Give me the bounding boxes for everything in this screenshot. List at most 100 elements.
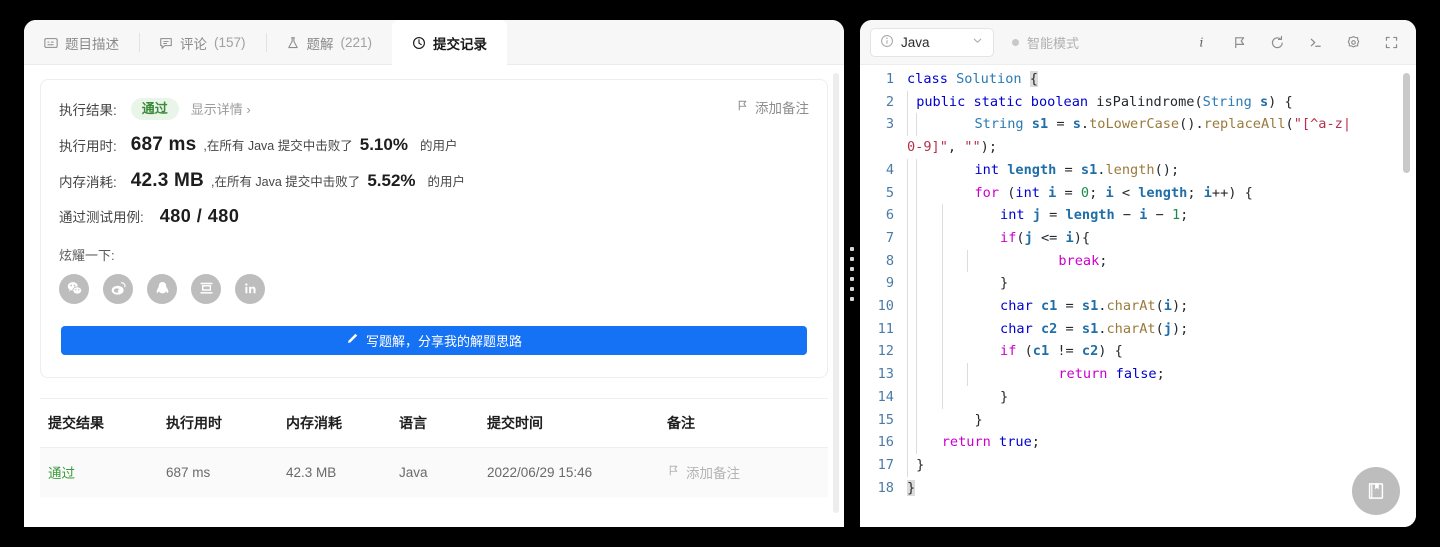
runtime-row: 执行用时: 687 ms ,在所有 Java 提交中击败了 5.10% 的用户 xyxy=(59,134,809,156)
col-result: 提交结果 xyxy=(48,414,104,431)
table-row[interactable]: 通过 687 ms 42.3 MB Java 2022/06/29 15:46 … xyxy=(40,447,828,497)
code-line: 15 } xyxy=(860,408,1416,432)
code-line: 16 return true; xyxy=(860,431,1416,454)
write-solution-label: 写题解，分享我的解题思路 xyxy=(365,333,522,349)
code-text[interactable]: return false; xyxy=(905,363,1416,386)
code-text[interactable]: if(j <= i){ xyxy=(905,226,1416,250)
code-text[interactable]: char c1 = s1.charAt(i); xyxy=(905,295,1416,318)
info-icon[interactable]: i xyxy=(1192,33,1210,51)
svg-text:i: i xyxy=(1199,35,1203,49)
cell-result[interactable]: 通过 xyxy=(40,462,166,482)
show-detail-link[interactable]: 显示详情 › xyxy=(191,99,251,118)
line-number: 12 xyxy=(877,343,894,360)
code-line: 5 for (int i = 0; i < length; i++) { xyxy=(860,181,1416,205)
cell-time: 2022/06/29 15:46 xyxy=(487,464,593,480)
app-root: 题目描述 评论 (157) 题解 (221) 提交记录 添加备注 执行结果: 通… xyxy=(0,0,1440,547)
memory-suffix-b: 的用户 xyxy=(427,175,466,190)
resize-handle[interactable] xyxy=(850,246,854,301)
left-panel: 题目描述 评论 (157) 题解 (221) 提交记录 添加备注 执行结果: 通… xyxy=(24,20,844,527)
douban-icon[interactable] xyxy=(191,273,221,304)
write-solution-button[interactable]: 写题解，分享我的解题思路 xyxy=(61,325,807,355)
line-number: 11 xyxy=(877,320,894,337)
code-line: 11 char c2 = s1.charAt(j); xyxy=(860,317,1416,341)
right-panel: Java 智能模式 i 1 class Solution {2 public … xyxy=(860,20,1416,527)
code-line: 18} xyxy=(860,477,1416,500)
wechat-icon[interactable] xyxy=(59,273,89,304)
code-line: 14 } xyxy=(860,385,1416,409)
code-text[interactable]: 0-9]", ""); xyxy=(905,136,1416,159)
line-number: 16 xyxy=(877,434,894,451)
tab-submissions[interactable]: 提交记录 xyxy=(392,20,508,65)
notebook-icon[interactable] xyxy=(1352,467,1400,515)
editor-scrollbar-track[interactable] xyxy=(1403,69,1413,523)
line-number: 13 xyxy=(877,366,894,383)
smart-mode-toggle[interactable]: 智能模式 xyxy=(1012,33,1079,52)
runtime-suffix-b: 的用户 xyxy=(419,139,458,154)
tab-comments[interactable]: 评论 (157) xyxy=(139,20,266,65)
console-icon[interactable] xyxy=(1306,33,1324,51)
submissions-body: 添加备注 执行结果: 通过 显示详情 › 执行用时: 687 ms ,在所有 J… xyxy=(24,65,844,527)
line-number: 6 xyxy=(885,207,894,224)
code-text[interactable]: int j = length − i − 1; xyxy=(905,204,1416,227)
code-text[interactable]: char c2 = s1.charAt(j); xyxy=(905,317,1416,341)
qq-icon[interactable] xyxy=(147,273,177,304)
code-line: 8 break; xyxy=(860,249,1416,273)
reset-icon[interactable] xyxy=(1268,33,1286,51)
code-line: 4 int length = s1.length(); xyxy=(860,158,1416,182)
code-text[interactable]: String s1 = s.toLowerCase().replaceAll("… xyxy=(905,113,1416,137)
line-number: 15 xyxy=(877,411,894,428)
language-selector[interactable]: Java xyxy=(870,27,994,57)
line-number: 7 xyxy=(885,229,894,246)
col-memory: 内存消耗 xyxy=(286,414,342,431)
code-line: 13 return false; xyxy=(860,363,1416,386)
code-text[interactable]: } xyxy=(905,408,1416,432)
code-text[interactable]: for (int i = 0; i < length; i++) { xyxy=(905,181,1416,205)
code-text[interactable]: break; xyxy=(905,249,1416,273)
code-line: ·0-9]", ""); xyxy=(860,136,1416,159)
tab-description[interactable]: 题目描述 xyxy=(24,20,139,65)
code-text[interactable]: return true; xyxy=(905,431,1416,454)
flask-icon xyxy=(286,36,300,50)
line-number: 18 xyxy=(877,479,894,496)
code-line: 12 if (c1 != c2) { xyxy=(860,340,1416,364)
code-text[interactable]: if (c1 != c2) { xyxy=(905,340,1416,364)
line-number: 8 xyxy=(885,252,894,269)
code-line: 17 } xyxy=(860,453,1416,477)
panel-divider[interactable] xyxy=(845,20,859,527)
code-text[interactable]: public static boolean isPalindrome(Strin… xyxy=(905,90,1416,114)
cell-note[interactable]: 添加备注 xyxy=(667,462,827,482)
cell-runtime: 687 ms xyxy=(166,464,211,480)
row-add-note-button[interactable]: 添加备注 xyxy=(667,462,827,482)
code-editor[interactable]: 1 class Solution {2 public static boolean… xyxy=(860,65,1416,527)
code-text[interactable]: } xyxy=(905,453,1416,477)
left-scrollbar[interactable] xyxy=(833,73,839,513)
code-text[interactable]: int length = s1.length(); xyxy=(905,158,1416,182)
linkedin-icon[interactable] xyxy=(235,273,265,304)
tab-label: 评论 xyxy=(180,36,207,52)
tab-bar: 题目描述 评论 (157) 题解 (221) 提交记录 xyxy=(24,20,844,65)
editor-scrollbar-thumb[interactable] xyxy=(1403,73,1410,173)
table-header: 提交结果 执行用时 内存消耗 语言 提交时间 备注 xyxy=(40,399,828,448)
code-text[interactable]: } xyxy=(905,272,1416,296)
comment-icon xyxy=(159,36,173,50)
status-dot-icon xyxy=(1012,38,1019,46)
code-line: 10 char c1 = s1.charAt(i); xyxy=(860,295,1416,318)
fullscreen-icon[interactable] xyxy=(1382,33,1400,51)
settings-gear-icon[interactable] xyxy=(1344,33,1362,51)
tab-solutions[interactable]: 题解 (221) xyxy=(265,20,393,65)
cell-language: Java xyxy=(399,464,428,480)
code-line: 2 public static boolean isPalindrome(Str… xyxy=(860,90,1416,114)
language-label: Java xyxy=(901,34,930,50)
testcases-value: 480 / 480 xyxy=(159,205,240,226)
tab-label: 题解 xyxy=(306,36,334,52)
pencil-icon xyxy=(346,332,359,348)
code-text[interactable]: } xyxy=(905,385,1416,409)
add-note-button[interactable]: 添加备注 xyxy=(736,97,809,117)
weibo-icon[interactable] xyxy=(103,273,133,304)
tab-label: 题目描述 xyxy=(65,36,119,52)
code-text[interactable]: class Solution { xyxy=(905,68,1416,91)
line-number: 14 xyxy=(877,388,894,405)
tab-label: 提交记录 xyxy=(433,36,488,52)
run-flag-icon[interactable] xyxy=(1230,33,1248,51)
code-text[interactable]: } xyxy=(905,477,1416,500)
